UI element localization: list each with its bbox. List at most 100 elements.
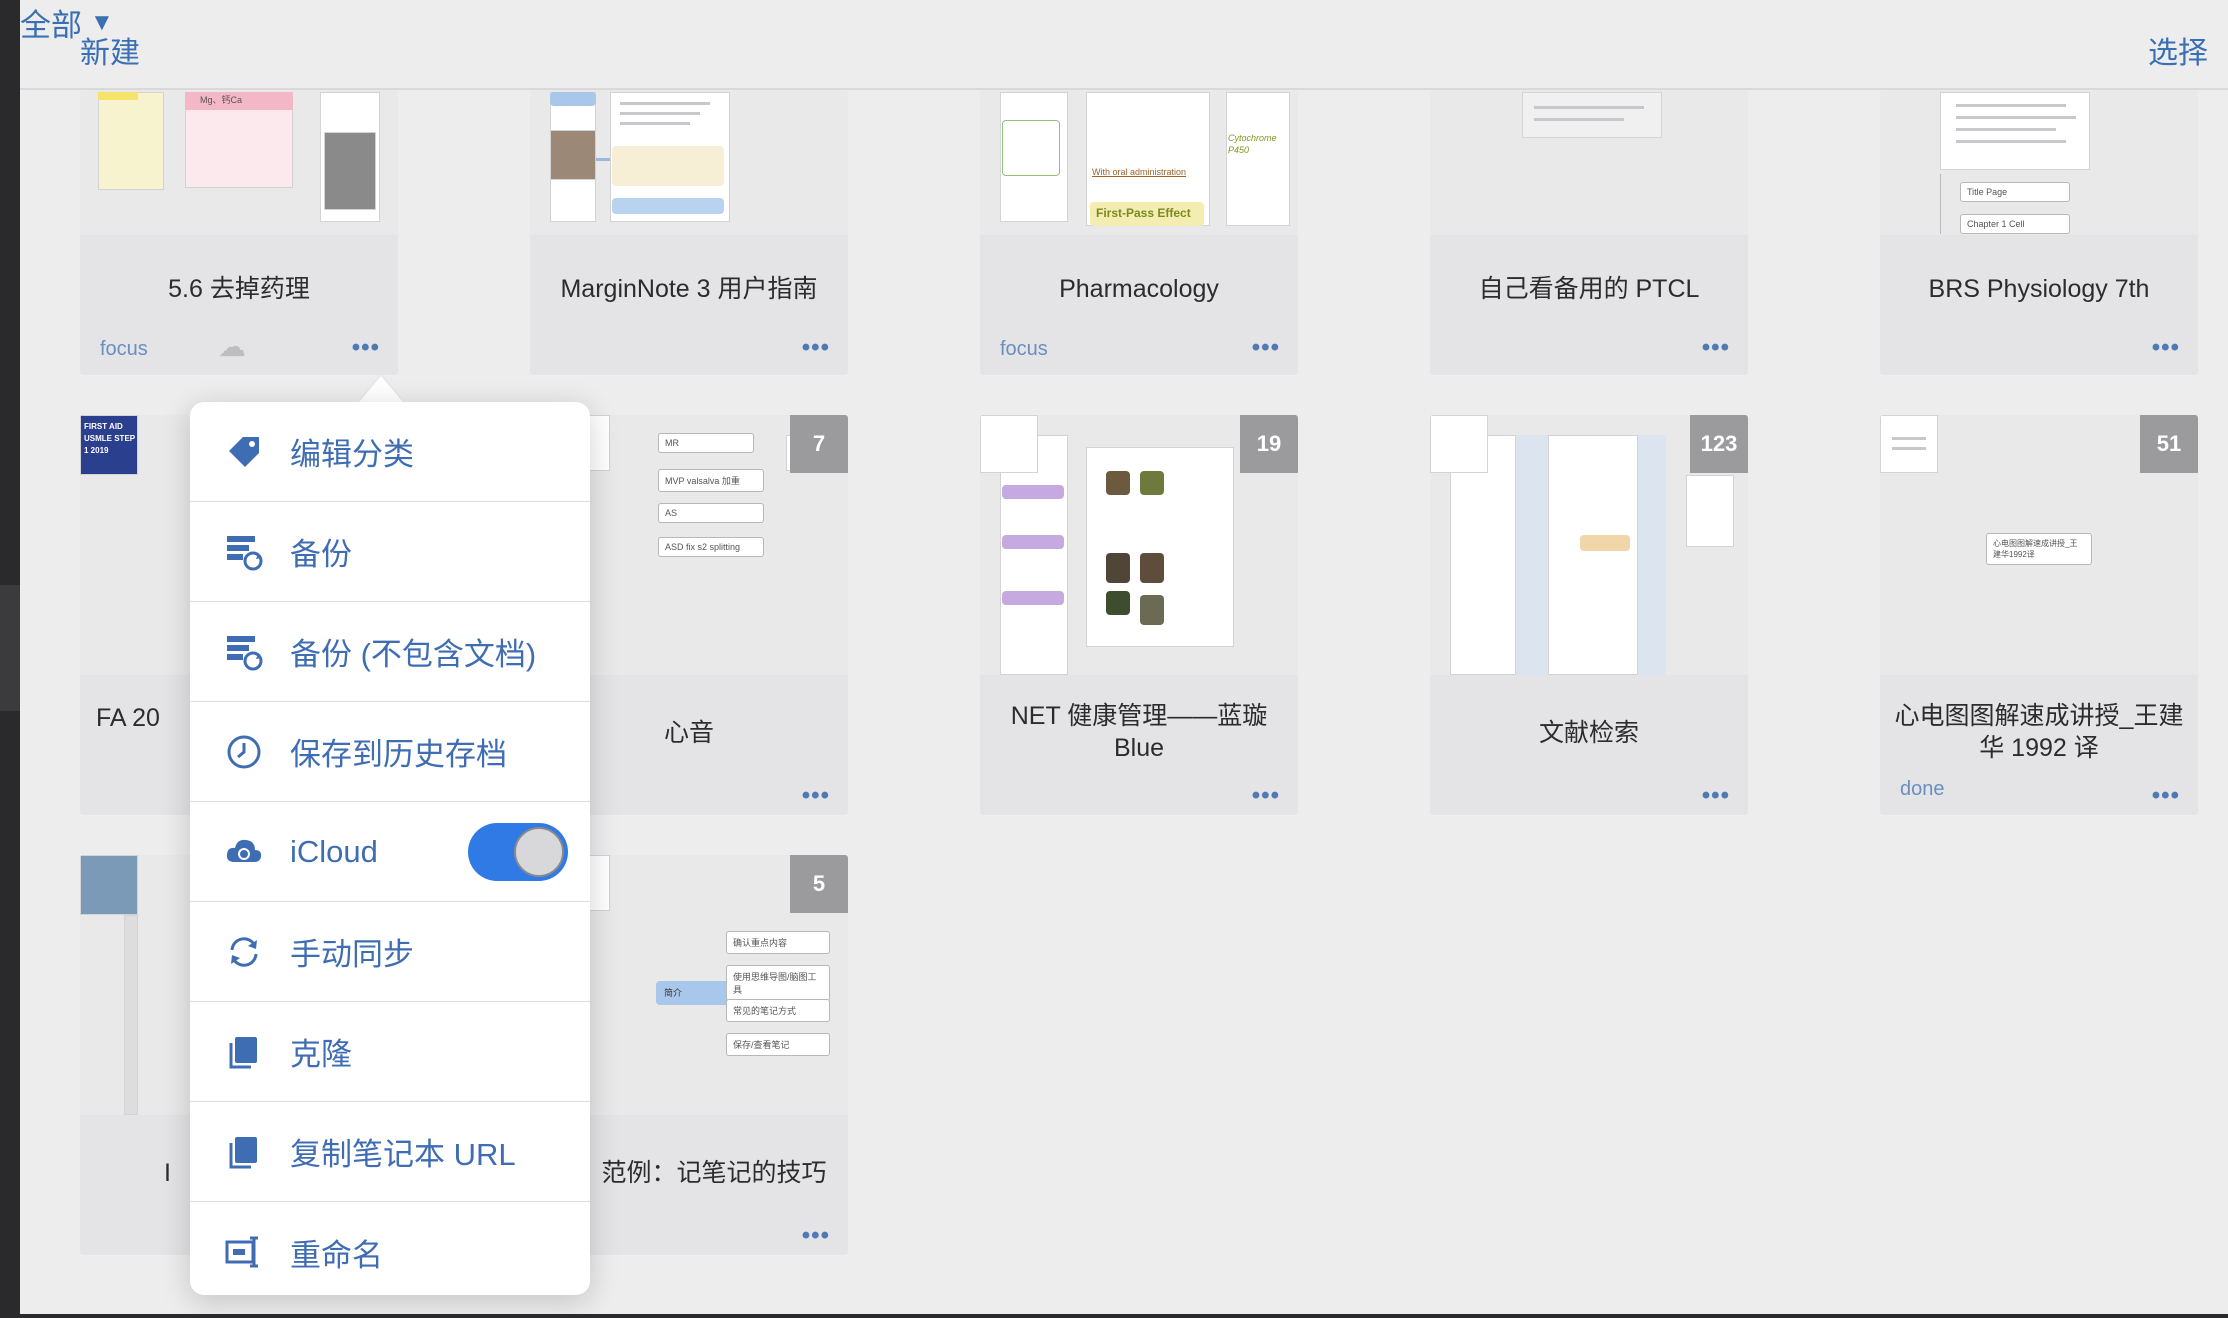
- notebook-tag[interactable]: done: [1900, 778, 1945, 801]
- menu-item-label: 编辑分类: [290, 437, 414, 472]
- thumb-text: First-Pass Effect: [1096, 206, 1191, 220]
- menu-item-label: 复制笔记本 URL: [290, 1137, 516, 1172]
- menu-item-label: 备份: [290, 537, 352, 572]
- menu-item-save-history[interactable]: 保存到历史存档: [190, 702, 590, 802]
- notebook-card[interactable]: 自己看备用的 PTCL •••: [1430, 90, 1748, 375]
- menu-item-clone[interactable]: 克隆: [190, 1002, 590, 1102]
- thumb-text: Chapter 1 Cell: [1960, 214, 2070, 234]
- thumb-text: Mg、钙Ca: [200, 95, 243, 105]
- notebook-card[interactable]: MarginNote 3 用户指南 •••: [530, 90, 848, 375]
- new-button[interactable]: 新建: [80, 28, 140, 72]
- notebook-title: MarginNote 3 用户指南: [560, 275, 818, 303]
- notebook-thumbnail: Title Page Chapter 1 Cell: [1880, 90, 2198, 235]
- cloud-icon: ☁: [218, 331, 246, 362]
- notebook-title: 文献检索: [1538, 719, 1639, 747]
- notebook-title: 心电图图解速成讲授_王建华 1992 译: [1894, 702, 2184, 762]
- thumb-text: 心电图图解速成讲授_王建华1992译: [1986, 533, 2092, 565]
- menu-item-backup[interactable]: 备份: [190, 502, 590, 602]
- icloud-toggle[interactable]: [468, 822, 568, 881]
- more-button[interactable]: •••: [802, 334, 830, 362]
- count-badge: 51: [2140, 415, 2198, 473]
- thumb-text: ASD fix s2 splitting: [658, 537, 764, 557]
- notebook-context-menu: 编辑分类 备份 备份 (不包含文档) 保存到历史存档 iCloud 手动同步 克…: [190, 402, 590, 1295]
- thumb-text: 确认重点内容: [726, 931, 830, 954]
- more-button[interactable]: •••: [802, 782, 830, 810]
- menu-item-copy-url[interactable]: 复制笔记本 URL: [190, 1102, 590, 1202]
- bottom-edge: [0, 1314, 2228, 1318]
- toolbar: 新建 全部 ▼ 选择: [20, 0, 2228, 90]
- filter-dropdown[interactable]: 全部 ▼: [20, 0, 2228, 45]
- menu-item-icloud[interactable]: iCloud: [190, 802, 590, 902]
- count-badge: 19: [1240, 415, 1298, 473]
- thumb-text: AS: [658, 503, 764, 523]
- toggle-knob: [514, 826, 564, 877]
- notebook-title: I: [164, 1159, 171, 1187]
- menu-item-label: iCloud: [290, 833, 378, 869]
- history-archive-icon: [224, 732, 264, 772]
- icloud-sync-icon: [224, 832, 264, 872]
- backup-no-docs-icon: [224, 632, 264, 672]
- menu-item-label: 克隆: [290, 1037, 352, 1072]
- notebook-card[interactable]: Mg、钙Ca 5.6 去掉药理 focus ☁ •••: [80, 90, 398, 375]
- thumb-text: Cytochrome P450: [1228, 133, 1277, 155]
- tag-icon: [224, 432, 264, 472]
- thumb-text: 常见的笔记方式: [726, 999, 830, 1022]
- clone-icon: [224, 1032, 264, 1072]
- notebook-title: NET 健康管理——蓝璇 Blue: [1010, 702, 1268, 762]
- notebook-card[interactable]: 19 NET 健康管理——蓝璇 Blue •••: [980, 415, 1298, 815]
- backup-icon: [224, 532, 264, 572]
- notebook-title: BRS Physiology 7th: [1928, 275, 2150, 303]
- notebook-thumbnail: [1430, 90, 1748, 235]
- more-button[interactable]: •••: [1702, 334, 1730, 362]
- menu-item-manual-sync[interactable]: 手动同步: [190, 902, 590, 1002]
- notebook-tag[interactable]: focus: [1000, 338, 1048, 361]
- left-edge-strip: [0, 0, 20, 1318]
- popover-arrow: [359, 376, 403, 402]
- notebook-card[interactable]: With oral administration First-Pass Effe…: [980, 90, 1298, 375]
- more-button[interactable]: •••: [352, 334, 380, 362]
- notebook-card[interactable]: 心电图图解速成讲授_王建华1992译 51 心电图图解速成讲授_王建华 1992…: [1880, 415, 2198, 815]
- left-edge-mark: [0, 585, 20, 711]
- notebook-title: FA 20: [96, 704, 160, 732]
- notebook-card[interactable]: Title Page Chapter 1 Cell BRS Physiology…: [1880, 90, 2198, 375]
- more-button[interactable]: •••: [1702, 782, 1730, 810]
- app-window: 新建 全部 ▼ 选择 Mg、钙Ca 5.6 去掉药理 focus ☁ ••• M…: [20, 0, 2228, 1314]
- thumb-text: MVP valsalva 加重: [658, 469, 764, 492]
- notebook-card[interactable]: 123 文献检索 •••: [1430, 415, 1748, 815]
- notebook-title: Pharmacology: [1059, 275, 1219, 303]
- thumb-text: Title Page: [1960, 182, 2070, 202]
- more-button[interactable]: •••: [1252, 782, 1280, 810]
- thumb-text: FIRST AID USMLE STEP 1 2019: [84, 422, 135, 455]
- count-badge: 7: [790, 415, 848, 473]
- notebook-title: 范例：记笔记的技巧: [601, 1159, 827, 1187]
- menu-item-label: 备份 (不包含文档): [290, 637, 537, 672]
- more-button[interactable]: •••: [2152, 782, 2180, 810]
- menu-item-label: 保存到历史存档: [290, 737, 507, 772]
- rename-icon: [224, 1232, 264, 1272]
- notebook-thumbnail: With oral administration First-Pass Effe…: [980, 90, 1298, 235]
- thumb-text: 使用思维导图/脑图工具: [726, 965, 830, 1001]
- sync-icon: [224, 932, 264, 972]
- more-button[interactable]: •••: [802, 1222, 830, 1250]
- count-badge: 123: [1690, 415, 1748, 473]
- menu-item-edit-category[interactable]: 编辑分类: [190, 402, 590, 502]
- more-button[interactable]: •••: [1252, 334, 1280, 362]
- menu-item-backup-without-docs[interactable]: 备份 (不包含文档): [190, 602, 590, 702]
- copy-url-icon: [224, 1132, 264, 1172]
- menu-item-rename[interactable]: 重命名: [190, 1202, 590, 1295]
- filter-label: 全部: [20, 8, 82, 43]
- notebook-thumbnail: [530, 90, 848, 235]
- thumb-text: 简介: [664, 988, 683, 998]
- menu-item-label: 重命名: [290, 1237, 383, 1273]
- select-button[interactable]: 选择: [2148, 28, 2208, 72]
- notebook-tag[interactable]: focus: [100, 338, 148, 361]
- thumb-text: MR: [658, 433, 754, 453]
- notebook-title: 5.6 去掉药理: [168, 275, 310, 303]
- menu-item-label: 手动同步: [290, 937, 414, 972]
- count-badge: 5: [790, 855, 848, 913]
- more-button[interactable]: •••: [2152, 334, 2180, 362]
- notebook-title: 自己看备用的 PTCL: [1478, 275, 1700, 303]
- thumb-text: With oral administration: [1092, 167, 1187, 177]
- thumb-text: 保存/查看笔记: [726, 1033, 830, 1056]
- notebook-thumbnail: Mg、钙Ca: [80, 90, 398, 235]
